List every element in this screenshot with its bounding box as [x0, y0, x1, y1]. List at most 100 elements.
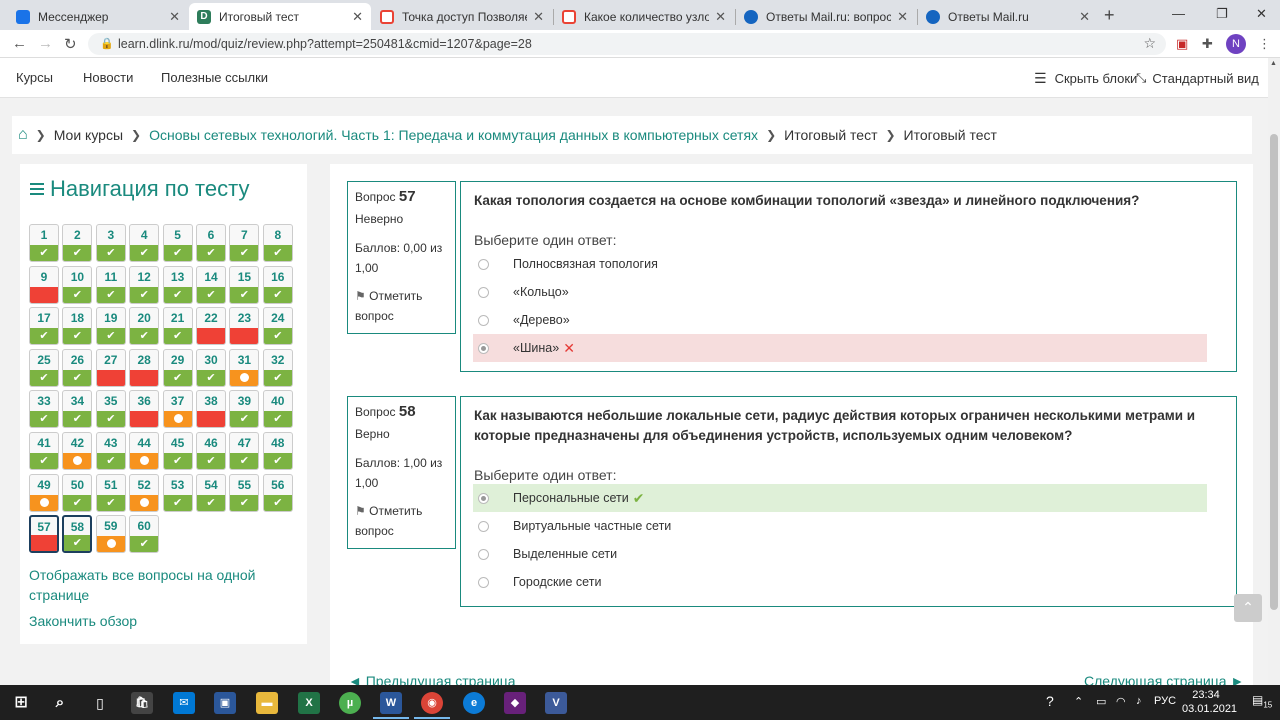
- extension-icon[interactable]: ▣: [1176, 36, 1188, 52]
- question-nav-button[interactable]: 44: [129, 432, 160, 470]
- question-nav-button[interactable]: 14 ✔: [196, 265, 226, 304]
- question-nav-button[interactable]: 45 ✔: [162, 432, 193, 470]
- question-nav-button[interactable]: 59: [95, 515, 126, 554]
- question-nav-button[interactable]: 48 ✔: [262, 432, 293, 470]
- visio-icon[interactable]: V: [545, 692, 567, 714]
- question-nav-button[interactable]: 56 ✔: [262, 473, 293, 512]
- question-nav-button[interactable]: 13 ✔: [162, 265, 193, 304]
- menu-icon[interactable]: ⋮: [1258, 36, 1271, 52]
- notifications-icon[interactable]: ▤15: [1252, 693, 1272, 709]
- question-nav-button[interactable]: 52: [129, 473, 160, 512]
- breadcrumb-quiz[interactable]: Итоговый тест: [784, 127, 877, 143]
- question-nav-button[interactable]: 6 ✔: [196, 224, 226, 262]
- close-icon[interactable]: ✕: [352, 9, 363, 25]
- browser-tab-mailru-question[interactable]: Ответы Mail.ru: вопрос ✕: [736, 3, 916, 30]
- torrent-icon[interactable]: µ: [339, 692, 361, 714]
- battery-icon[interactable]: ▭: [1096, 695, 1106, 708]
- question-nav-button[interactable]: 50 ✔: [62, 473, 93, 512]
- question-nav-button[interactable]: 8 ✔: [262, 224, 293, 262]
- question-nav-button[interactable]: 46 ✔: [196, 432, 226, 470]
- answer-option[interactable]: Городские сети: [473, 568, 1207, 596]
- puzzle-icon[interactable]: ✚: [1202, 36, 1213, 52]
- browser-tab-mailru[interactable]: Ответы Mail.ru ✕: [918, 3, 1098, 30]
- scrollbar-thumb[interactable]: [1270, 134, 1278, 610]
- url-field[interactable]: 🔒 learn.dlink.ru/mod/quiz/review.php?att…: [88, 33, 1166, 55]
- question-nav-button[interactable]: 16 ✔: [262, 265, 293, 304]
- radio-button[interactable]: [478, 258, 489, 270]
- question-nav-button[interactable]: 57: [29, 515, 59, 554]
- close-icon[interactable]: ✕: [715, 9, 726, 25]
- back-to-top-button[interactable]: ⌃: [1234, 594, 1262, 622]
- question-nav-button[interactable]: 40 ✔: [262, 390, 293, 429]
- question-nav-button[interactable]: 5 ✔: [162, 224, 193, 262]
- question-nav-button[interactable]: 41 ✔: [29, 432, 59, 470]
- question-nav-button[interactable]: 10 ✔: [62, 265, 93, 304]
- answer-option[interactable]: Виртуальные частные сети: [473, 512, 1207, 540]
- chevron-up-icon[interactable]: ⌃: [1074, 695, 1083, 708]
- question-nav-button[interactable]: 51 ✔: [95, 473, 126, 512]
- question-nav-button[interactable]: 18 ✔: [62, 307, 93, 346]
- store-icon[interactable]: 🛍: [131, 692, 153, 714]
- language-indicator[interactable]: РУС: [1154, 695, 1176, 707]
- question-nav-button[interactable]: 24 ✔: [262, 307, 293, 346]
- close-icon[interactable]: ✕: [169, 9, 180, 25]
- radio-button[interactable]: [478, 548, 489, 560]
- breadcrumb-my-courses[interactable]: Мои курсы: [54, 127, 123, 143]
- question-nav-button[interactable]: 34 ✔: [62, 390, 93, 429]
- question-nav-button[interactable]: 37: [162, 390, 193, 429]
- home-icon[interactable]: ⌂: [18, 126, 28, 144]
- page-scrollbar[interactable]: ▲: [1268, 58, 1280, 685]
- question-nav-button[interactable]: 54 ✔: [196, 473, 226, 512]
- forward-icon[interactable]: →: [38, 35, 53, 52]
- question-nav-button[interactable]: 31: [229, 348, 260, 387]
- radio-button[interactable]: [478, 576, 489, 588]
- browser-tab-google-1[interactable]: Точка доступ Позволяет об ✕: [372, 3, 552, 30]
- excel-icon[interactable]: X: [298, 692, 320, 714]
- question-nav-button[interactable]: 21 ✔: [162, 307, 193, 346]
- question-nav-button[interactable]: 53 ✔: [162, 473, 193, 512]
- question-nav-button[interactable]: 60 ✔: [129, 515, 160, 554]
- flag-question-button[interactable]: ⚑ Отметить вопрос: [355, 286, 448, 326]
- nav-courses[interactable]: Курсы: [16, 70, 53, 85]
- radio-button[interactable]: [478, 492, 489, 504]
- question-nav-button[interactable]: 1 ✔: [29, 224, 59, 262]
- question-nav-button[interactable]: 55 ✔: [229, 473, 260, 512]
- flag-question-button[interactable]: ⚑ Отметить вопрос: [355, 501, 448, 541]
- folder-icon[interactable]: ▬: [256, 692, 278, 714]
- question-nav-button[interactable]: 36: [129, 390, 160, 429]
- task-view-icon[interactable]: ▯: [89, 692, 111, 714]
- close-icon[interactable]: ✕: [897, 9, 908, 25]
- reload-icon[interactable]: ↻: [64, 35, 77, 53]
- wifi-icon[interactable]: ◠: [1116, 695, 1126, 708]
- close-icon[interactable]: ✕: [533, 9, 544, 25]
- windows-start-icon[interactable]: ⊞: [10, 692, 32, 714]
- scroll-up-icon[interactable]: ▲: [1270, 60, 1277, 67]
- browser-tab-google-2[interactable]: Какое количество узлов до ✕: [554, 3, 734, 30]
- question-nav-button[interactable]: 4 ✔: [129, 224, 160, 262]
- radio-button[interactable]: [478, 314, 489, 326]
- answer-option[interactable]: Выделенные сети: [473, 540, 1207, 568]
- mail-icon[interactable]: ✉: [173, 692, 195, 714]
- question-nav-button[interactable]: 2 ✔: [62, 224, 93, 262]
- minimize-icon[interactable]: —: [1172, 6, 1185, 21]
- bookmark-star-icon[interactable]: ☆: [1143, 35, 1156, 52]
- question-nav-button[interactable]: 25 ✔: [29, 348, 59, 387]
- answer-option-selected[interactable]: Персональные сети ✔: [473, 484, 1207, 512]
- question-nav-button[interactable]: 27: [95, 348, 126, 387]
- new-tab-icon[interactable]: +: [1104, 5, 1115, 26]
- answer-option[interactable]: «Дерево»: [473, 306, 1207, 334]
- hide-blocks-button[interactable]: ☰ Скрыть блоки: [1034, 70, 1137, 87]
- answer-option[interactable]: Полносвязная топология: [473, 250, 1207, 278]
- word-icon[interactable]: W: [380, 692, 402, 714]
- restore-icon[interactable]: ❐: [1216, 6, 1228, 22]
- question-nav-button[interactable]: 23: [229, 307, 260, 346]
- answer-option[interactable]: «Кольцо»: [473, 278, 1207, 306]
- volume-icon[interactable]: ♪: [1136, 695, 1142, 707]
- question-nav-button[interactable]: 28: [129, 348, 160, 387]
- close-icon[interactable]: ✕: [1079, 9, 1090, 25]
- question-nav-button[interactable]: 20 ✔: [129, 307, 160, 346]
- finish-review-link[interactable]: Закончить обзор: [29, 611, 137, 631]
- system-clock[interactable]: 23:34 03.01.2021: [1182, 688, 1237, 716]
- question-nav-button[interactable]: 12 ✔: [129, 265, 160, 304]
- standard-view-button[interactable]: ⤡ Стандартный вид: [1136, 70, 1259, 86]
